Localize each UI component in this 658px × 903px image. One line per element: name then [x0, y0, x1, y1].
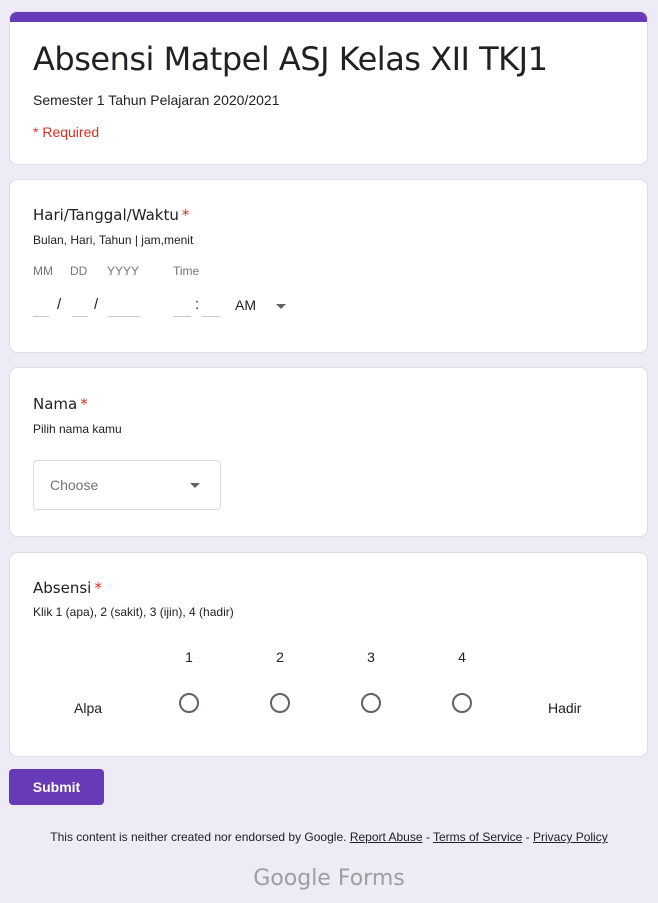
ampm-select[interactable]: AM — [235, 297, 256, 313]
radio-option-4[interactable] — [452, 693, 472, 713]
brand-forms-text: Forms — [330, 866, 405, 891]
required-note: * Required — [33, 124, 100, 140]
scale-high-label: Hadir — [548, 700, 582, 716]
nama-dropdown[interactable]: Choose — [33, 460, 221, 510]
form-header-card: Absensi Matpel ASJ Kelas XII TKJ1 Semest… — [9, 11, 648, 165]
terms-of-service-link[interactable]: Terms of Service — [433, 830, 522, 844]
scale-label-3: 3 — [367, 649, 375, 665]
google-forms-logo[interactable]: Google Forms — [0, 866, 658, 891]
question-help-text: Bulan, Hari, Tahun | jam,menit — [33, 233, 194, 247]
date-separator: / — [57, 296, 62, 313]
day-input[interactable] — [72, 316, 88, 317]
footer-disclaimer: This content is neither created nor endo… — [0, 830, 658, 844]
question-help-text: Pilih nama kamu — [33, 422, 122, 436]
form-title: Absensi Matpel ASJ Kelas XII TKJ1 — [33, 40, 548, 78]
disclaimer-text: This content is neither created nor endo… — [50, 830, 347, 844]
link-separator: - — [422, 830, 433, 844]
question-title-text: Absensi — [33, 579, 92, 597]
hour-input[interactable] — [173, 316, 191, 317]
time-separator: : — [195, 296, 200, 313]
month-input[interactable] — [33, 316, 49, 317]
required-star: * — [181, 206, 190, 224]
report-abuse-link[interactable]: Report Abuse — [350, 830, 423, 844]
month-label: MM — [33, 264, 53, 278]
date-separator: / — [94, 296, 99, 313]
day-label: DD — [70, 264, 88, 278]
radio-option-1[interactable] — [179, 693, 199, 713]
time-label: Time — [173, 264, 200, 278]
privacy-policy-link[interactable]: Privacy Policy — [533, 830, 608, 844]
year-label: YYYY — [107, 264, 140, 278]
question-title-text: Hari/Tanggal/Waktu — [33, 206, 179, 224]
question-title: Hari/Tanggal/Waktu * — [33, 206, 189, 224]
required-star: * — [94, 579, 102, 597]
accent-bar — [10, 12, 647, 22]
ampm-dropdown-arrow-icon[interactable] — [276, 304, 286, 309]
scale-low-label: Alpa — [74, 700, 103, 716]
question-card-nama: Nama * Pilih nama kamu Choose — [9, 367, 648, 537]
required-star: * — [80, 395, 88, 413]
question-title-text: Nama — [33, 395, 78, 413]
scale-label-1: 1 — [185, 649, 193, 665]
radio-option-2[interactable] — [270, 693, 290, 713]
brand-google-text: Google — [253, 866, 331, 891]
minute-input[interactable] — [202, 316, 220, 317]
link-separator: - — [522, 830, 534, 844]
year-input[interactable] — [108, 316, 140, 317]
dropdown-placeholder: Choose — [50, 477, 99, 493]
form-description: Semester 1 Tahun Pelajaran 2020/2021 — [33, 92, 280, 108]
scale-label-4: 4 — [458, 649, 466, 665]
question-title: Nama * — [33, 395, 88, 413]
question-title: Absensi * — [33, 579, 102, 597]
question-help-text: Klik 1 (apa), 2 (sakit), 3 (ijin), 4 (ha… — [33, 605, 234, 619]
radio-option-3[interactable] — [361, 693, 381, 713]
submit-button[interactable]: Submit — [9, 769, 104, 805]
question-card-datetime: Hari/Tanggal/Waktu * Bulan, Hari, Tahun |… — [9, 179, 648, 353]
question-card-absensi: Absensi * Klik 1 (apa), 2 (sakit), 3 (iji… — [9, 552, 648, 757]
dropdown-arrow-icon — [190, 483, 200, 488]
scale-label-2: 2 — [276, 649, 284, 665]
